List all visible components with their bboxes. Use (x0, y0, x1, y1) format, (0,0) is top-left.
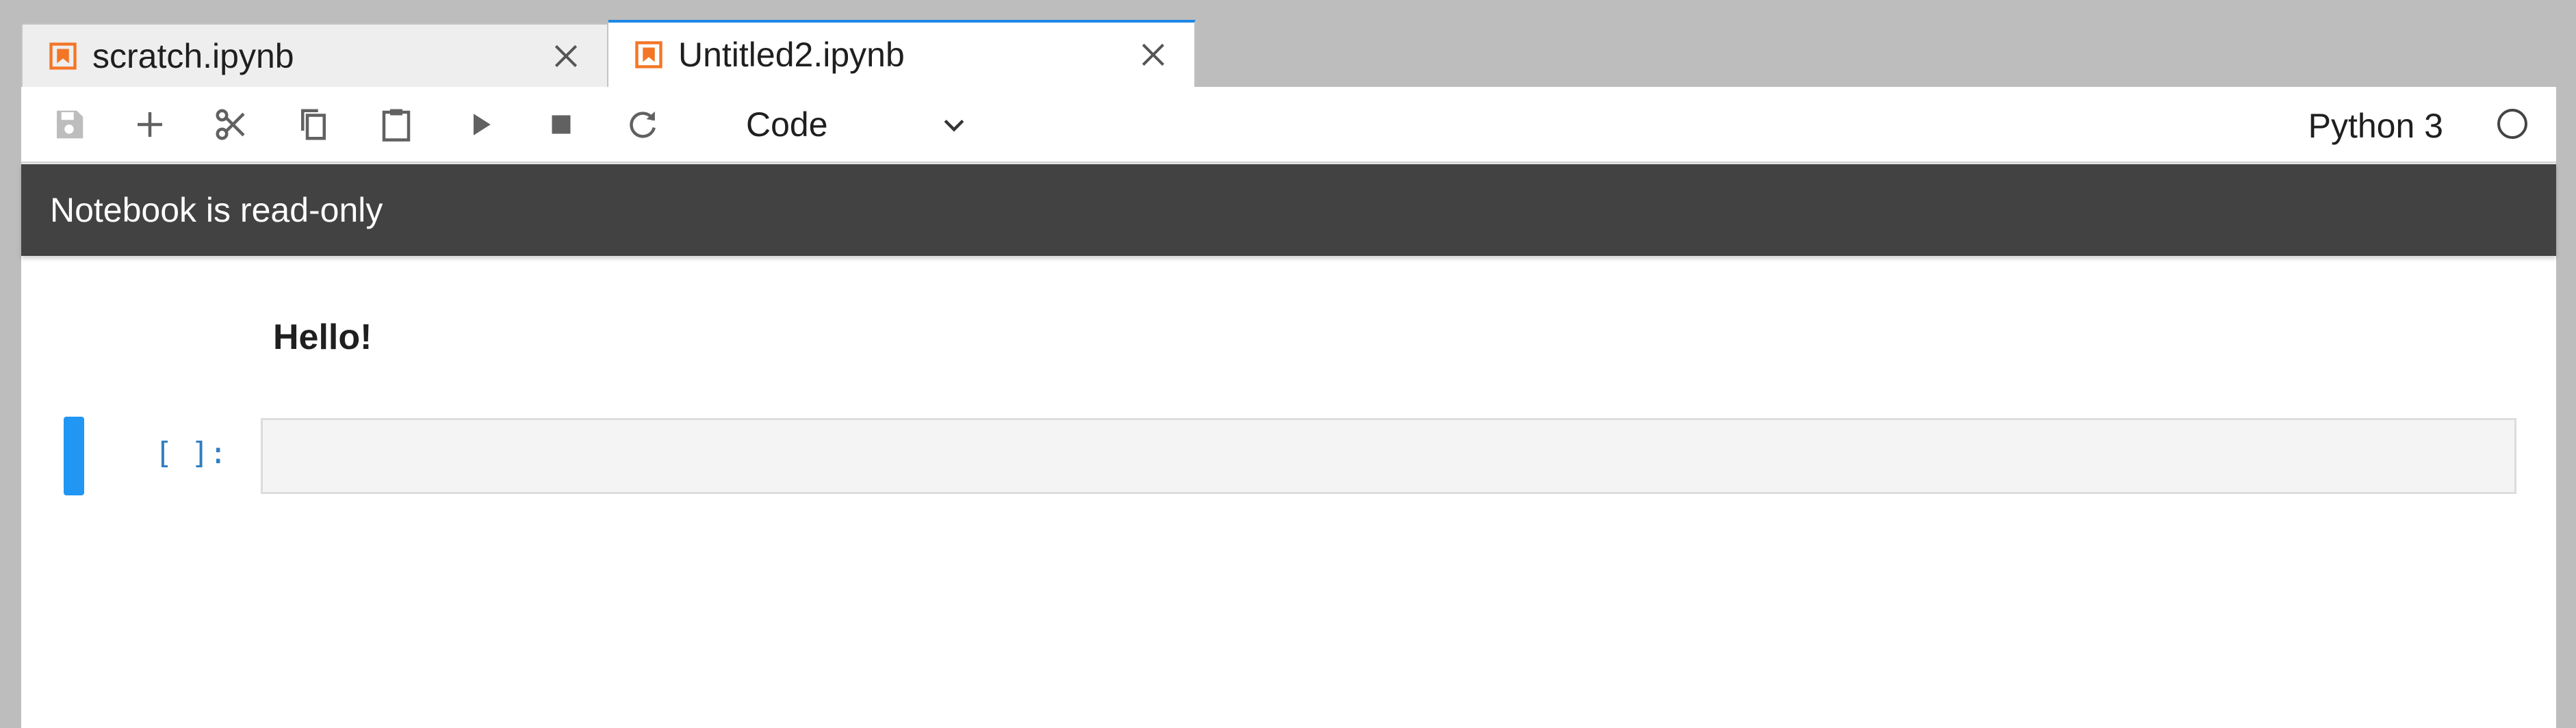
add-cell-button[interactable] (130, 105, 170, 144)
code-cell-prompt: [ ]: (155, 436, 227, 471)
restart-button[interactable] (623, 105, 663, 144)
active-cell-indicator (64, 417, 84, 495)
close-icon[interactable] (1138, 40, 1168, 70)
close-icon[interactable] (551, 41, 581, 71)
banner-text: Notebook is read-only (50, 191, 383, 229)
copy-icon (301, 109, 326, 140)
cut-icon (216, 109, 245, 140)
kernel-status-icon (2497, 109, 2527, 139)
save-icon (57, 110, 83, 139)
tab-label: scratch.ipynb (92, 36, 294, 75)
markdown-cell[interactable]: Hello! (273, 317, 372, 358)
notebook-icon (635, 41, 662, 68)
tab-label: Untitled2.ipynb (678, 36, 905, 74)
cut-button[interactable] (211, 105, 251, 144)
notebook-icon (49, 42, 77, 70)
paste-icon (382, 109, 411, 142)
code-cell-input[interactable] (261, 418, 2516, 494)
stop-icon (552, 115, 571, 134)
save-button[interactable] (49, 105, 89, 144)
restart-icon (630, 111, 656, 138)
kernel-name[interactable]: Python 3 (2308, 106, 2443, 146)
tab-untitled2[interactable]: Untitled2.ipynb (608, 20, 1196, 87)
run-icon (474, 114, 491, 135)
run-button[interactable] (460, 105, 500, 144)
jupyterlab-window: scratch.ipynb Untitled2.ipynb Code Pytho… (0, 0, 2576, 728)
cell-type-label: Code (746, 105, 828, 144)
notebook-panel: Code Python 3 Notebook is read-only Hell… (21, 87, 2556, 728)
chevron-down-icon (944, 119, 964, 132)
notebook-toolbar: Code Python 3 (21, 87, 2556, 164)
paste-button[interactable] (376, 105, 416, 144)
stop-button[interactable] (541, 105, 581, 144)
copy-button[interactable] (294, 105, 333, 144)
tab-bar: scratch.ipynb Untitled2.ipynb (21, 20, 1196, 87)
tab-scratch[interactable]: scratch.ipynb (21, 23, 608, 87)
add-icon (138, 112, 162, 137)
cell-type-dropdown[interactable]: Code (723, 102, 976, 147)
read-only-banner: Notebook is read-only (21, 164, 2556, 256)
